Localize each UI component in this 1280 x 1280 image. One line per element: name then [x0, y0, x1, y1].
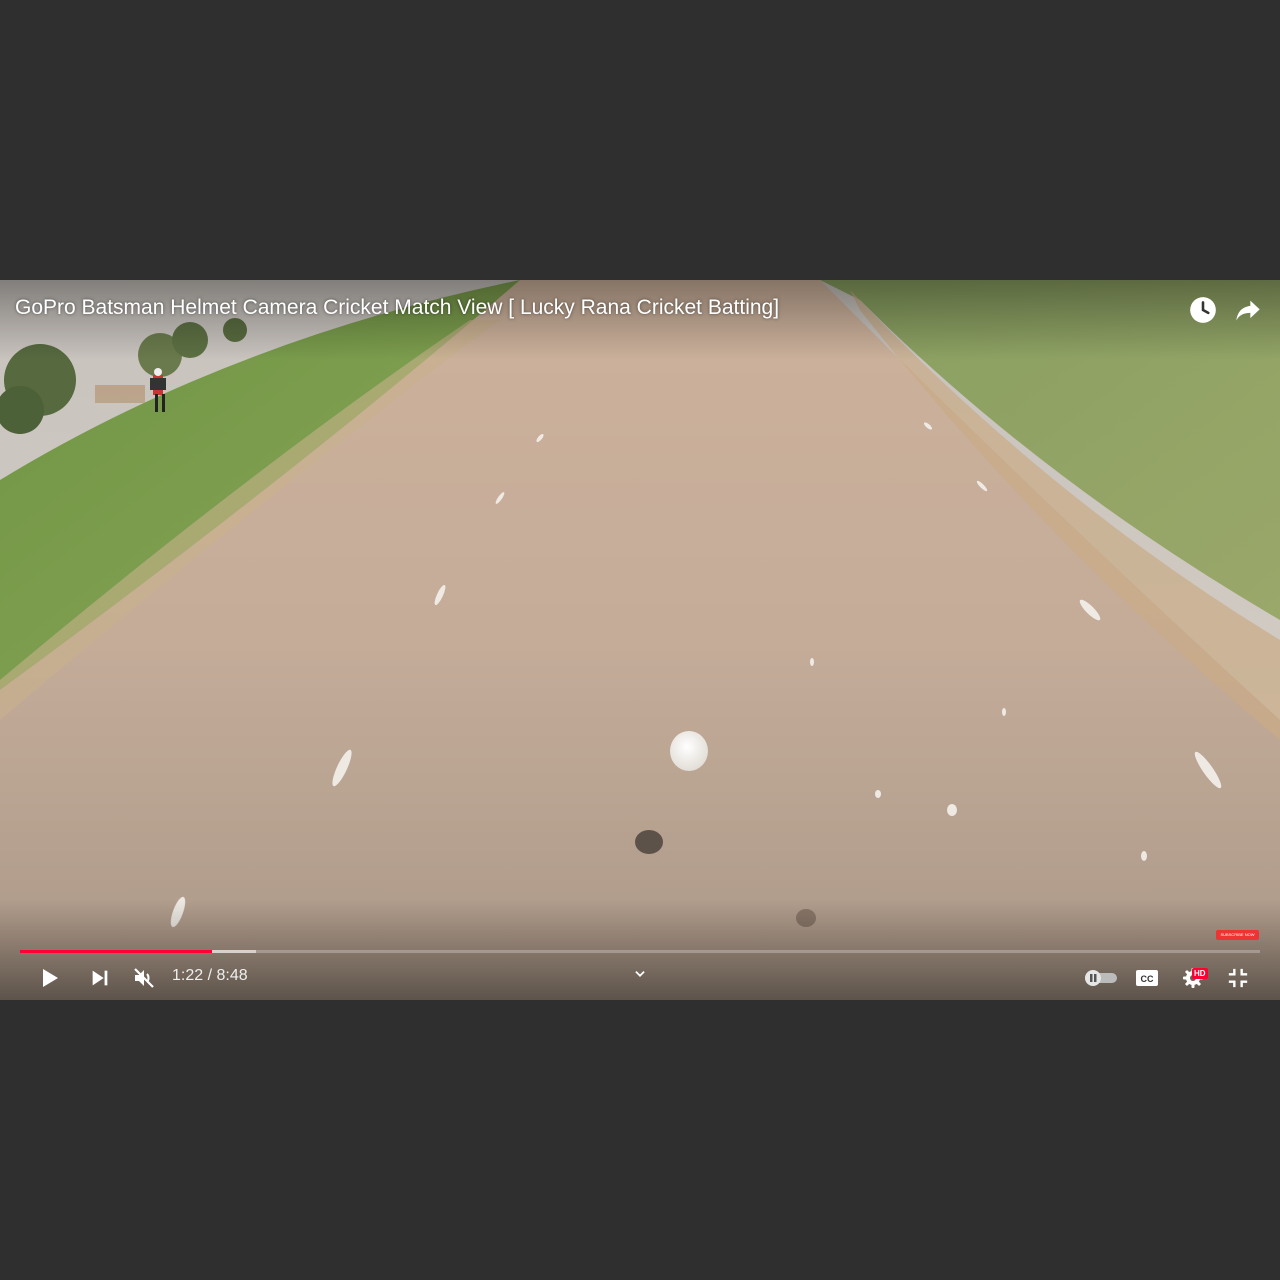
video-title[interactable]: GoPro Batsman Helmet Camera Cricket Matc… — [15, 296, 779, 320]
muted-volume-icon — [134, 968, 154, 988]
clock-icon — [1190, 297, 1216, 323]
autoplay-toggle-icon — [1085, 970, 1117, 986]
play-button[interactable] — [34, 963, 64, 993]
watch-later-button[interactable] — [1187, 294, 1219, 326]
time-separator: / — [207, 967, 213, 984]
progress-played — [20, 950, 213, 953]
share-arrow-icon — [1236, 300, 1260, 321]
captions-label: CC — [1141, 974, 1154, 984]
top-gradient — [0, 280, 1280, 360]
current-time: 1:22 — [172, 967, 204, 984]
play-icon — [43, 969, 58, 987]
video-player[interactable]: GoPro Batsman Helmet Camera Cricket Matc… — [0, 280, 1280, 1000]
subscribe-endcard[interactable]: SUBSCRIBE NOW — [1216, 930, 1259, 940]
captions-icon: CC — [1136, 970, 1158, 986]
chapters-button[interactable] — [628, 963, 652, 985]
autoplay-toggle[interactable] — [1082, 963, 1120, 993]
exit-fullscreen-icon — [1228, 968, 1248, 988]
progress-bar[interactable] — [20, 950, 1260, 953]
next-button[interactable] — [85, 963, 115, 993]
time-display: 1:22 / 8:48 — [172, 967, 248, 985]
hd-badge: HD — [1192, 968, 1208, 979]
mute-button[interactable] — [129, 963, 159, 993]
next-icon — [92, 970, 108, 986]
chevron-down-icon — [635, 971, 645, 977]
duration: 8:48 — [216, 967, 248, 984]
share-button[interactable] — [1232, 294, 1264, 326]
video-frame — [0, 280, 1280, 1000]
fullscreen-button[interactable] — [1223, 963, 1253, 993]
captions-button[interactable]: CC — [1132, 963, 1162, 993]
